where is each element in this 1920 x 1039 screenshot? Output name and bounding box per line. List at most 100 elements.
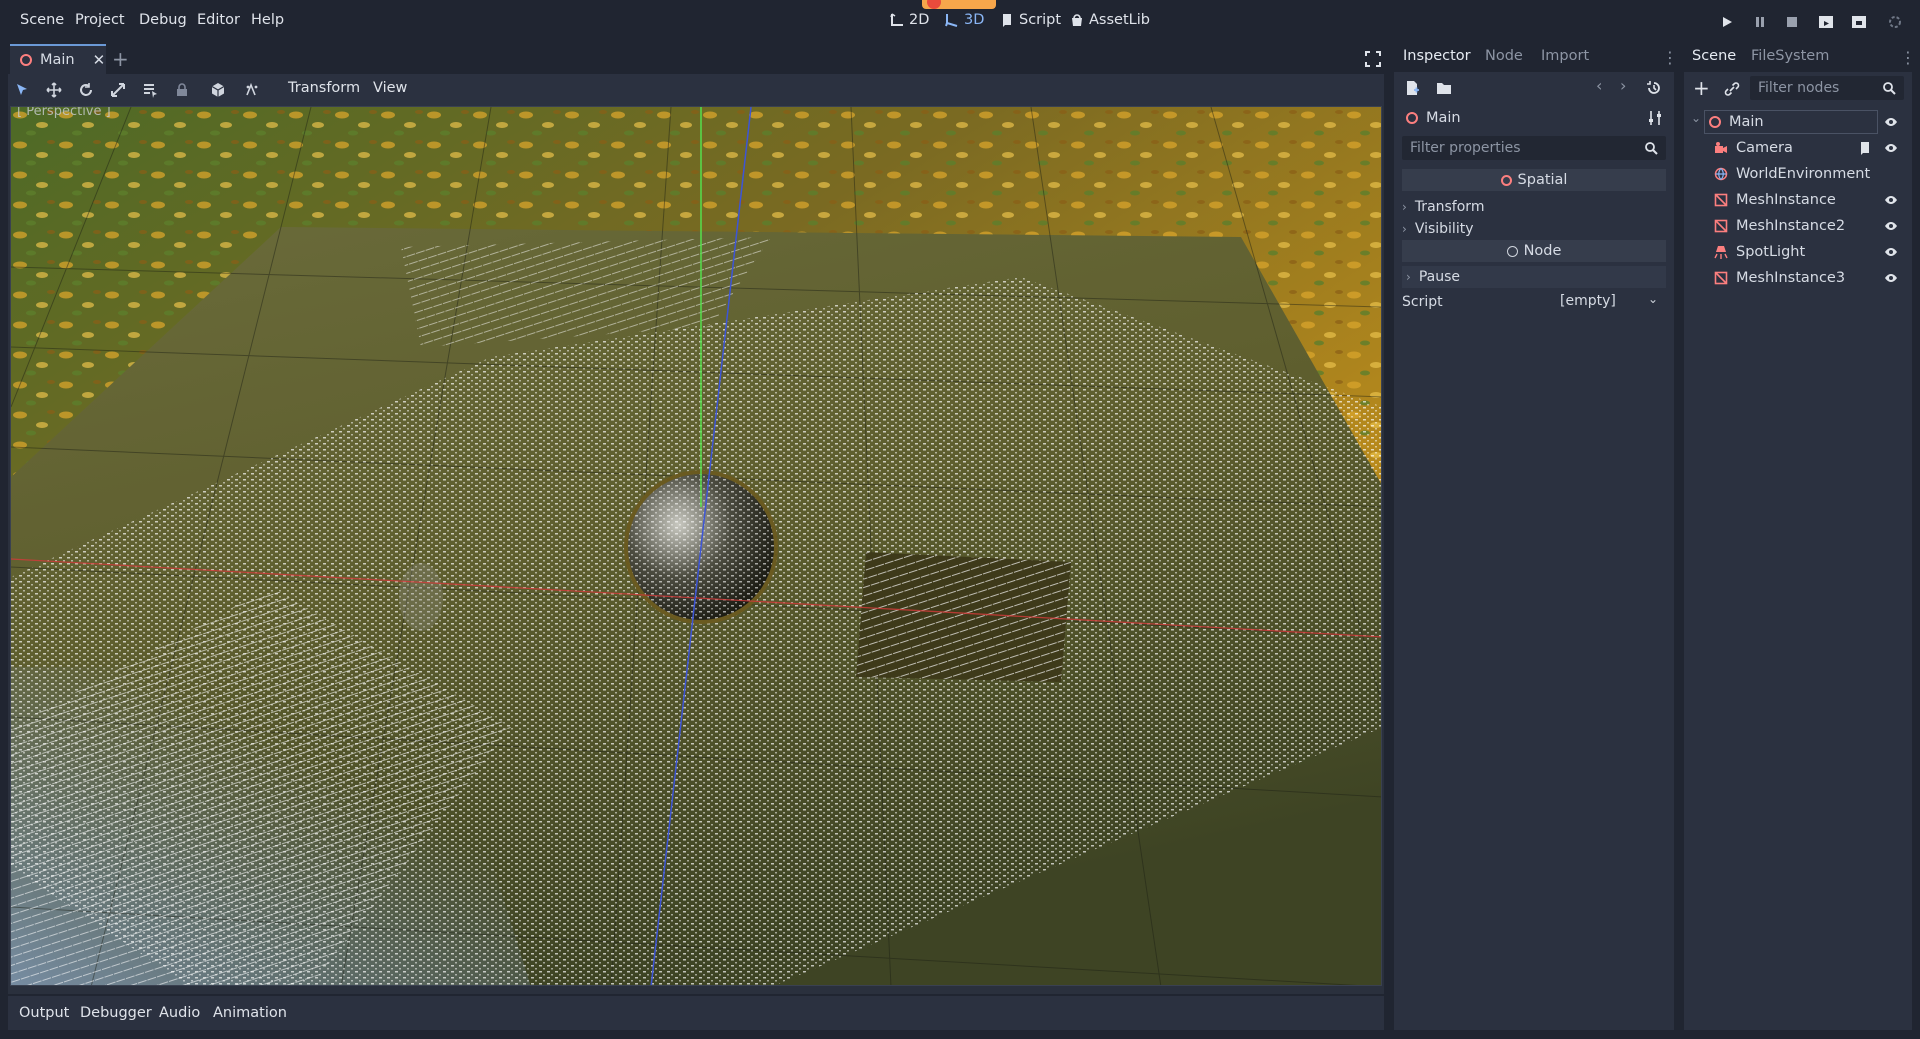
open-folder-icon[interactable] (1436, 80, 1452, 96)
inspector-tabs-bar: Inspector Node Import ⋮ (1394, 44, 1678, 72)
workspace-script-label: Script (1019, 12, 1062, 28)
select-tool-icon[interactable] (12, 80, 32, 100)
list-select-icon[interactable] (140, 80, 160, 100)
mesh-instance-icon (1714, 219, 1728, 233)
history-icon[interactable] (1646, 80, 1662, 96)
spinner-dot-icon (927, 0, 941, 9)
group-icon[interactable] (208, 80, 228, 100)
property-group-pause[interactable]: › Pause (1402, 266, 1666, 288)
close-icon[interactable]: ✕ (93, 51, 106, 69)
scene-menu-icon[interactable]: ⋮ (1900, 48, 1916, 67)
tree-node-main-label: Main (1729, 114, 1764, 130)
rotate-tool-icon[interactable] (76, 80, 96, 100)
3d-icon (945, 14, 958, 27)
inspector-menu-icon[interactable]: ⋮ (1662, 48, 1678, 67)
fullscreen-icon[interactable] (1365, 51, 1381, 67)
add-tab-icon[interactable]: + (112, 47, 129, 71)
visibility-eye-icon[interactable] (1884, 271, 1898, 285)
viewport-perspective-label[interactable]: [ Perspective ] (17, 107, 111, 119)
script-attached-icon[interactable] (1858, 141, 1872, 155)
section-node: Node (1402, 240, 1666, 262)
inspector-object-header[interactable]: Main (1406, 110, 1461, 126)
mesh-instance-icon (1714, 193, 1728, 207)
play-scene-icon[interactable] (1817, 13, 1835, 31)
visibility-eye-icon[interactable] (1884, 193, 1898, 207)
tab-filesystem[interactable]: FileSystem (1751, 48, 1829, 64)
3d-viewport[interactable]: [ Perspective ] (10, 106, 1382, 986)
search-icon (1645, 142, 1658, 155)
view-menu[interactable]: View (373, 80, 407, 96)
inspector-dock (1394, 44, 1674, 1030)
stop-icon[interactable] (1783, 13, 1801, 31)
menu-help[interactable]: Help (251, 12, 284, 28)
play-custom-scene-icon[interactable] (1850, 13, 1868, 31)
tree-node-main[interactable]: Main (1704, 110, 1878, 134)
object-properties-icon[interactable] (1647, 110, 1663, 126)
scene-tab-main[interactable]: Main ✕ (10, 44, 106, 74)
tree-node-worldenvironment[interactable]: WorldEnvironment (1714, 162, 1910, 186)
chevron-right-icon: › (1406, 270, 1411, 284)
tab-import[interactable]: Import (1541, 48, 1589, 64)
tree-node-meshinstance[interactable]: MeshInstance (1714, 188, 1910, 212)
visibility-eye-icon[interactable] (1884, 141, 1898, 155)
snap-icon[interactable] (242, 80, 262, 100)
tree-node-camera[interactable]: Camera (1714, 136, 1910, 160)
chevron-right-icon: › (1402, 222, 1407, 236)
tree-node-worldenvironment-label: WorldEnvironment (1736, 166, 1871, 182)
new-resource-icon[interactable] (1404, 80, 1420, 96)
spatial-node-icon (1406, 112, 1418, 124)
link-icon[interactable] (1724, 81, 1740, 97)
menu-project[interactable]: Project (75, 12, 125, 28)
bottom-panel-bar: Output Debugger Audio Animation (8, 996, 1384, 1030)
visibility-eye-icon[interactable] (1884, 219, 1898, 233)
update-spinner-icon[interactable] (1886, 13, 1904, 31)
workspace-script-button[interactable]: Script (1000, 12, 1061, 28)
bottom-tab-animation[interactable]: Animation (213, 1005, 287, 1021)
tab-node[interactable]: Node (1485, 48, 1523, 64)
property-group-visibility[interactable]: › Visibility (1402, 219, 1666, 239)
search-icon (1883, 82, 1896, 95)
scene-tabs-bar: Scene FileSystem ⋮ (1684, 44, 1916, 72)
workspace-assetlib-button[interactable]: AssetLib (1070, 12, 1150, 28)
workspace-2d-button[interactable]: 2D (890, 12, 929, 28)
pause-icon[interactable] (1751, 13, 1769, 31)
tab-inspector[interactable]: Inspector (1403, 48, 1471, 64)
bottom-tab-output[interactable]: Output (19, 1005, 69, 1021)
tree-node-camera-label: Camera (1736, 140, 1793, 156)
inspector-filter-input[interactable]: Filter properties (1402, 136, 1666, 160)
visibility-eye-icon[interactable] (1884, 115, 1898, 129)
menu-editor[interactable]: Editor (197, 12, 240, 28)
tree-node-meshinstance3[interactable]: MeshInstance3 (1714, 266, 1910, 290)
history-forward-icon[interactable]: › (1620, 76, 1626, 95)
inspector-filter-placeholder: Filter properties (1410, 140, 1521, 156)
move-tool-icon[interactable] (44, 80, 64, 100)
property-script-value[interactable]: [empty] (1560, 293, 1616, 309)
workspace-2d-label: 2D (909, 12, 930, 28)
transform-menu[interactable]: Transform (288, 80, 360, 96)
menu-debug[interactable]: Debug (139, 12, 187, 28)
scene-filter-input[interactable]: Filter nodes (1750, 76, 1904, 100)
bottom-tab-debugger[interactable]: Debugger (80, 1005, 152, 1021)
lock-icon[interactable] (172, 80, 192, 100)
chevron-right-icon: › (1402, 200, 1407, 214)
visibility-eye-icon[interactable] (1884, 245, 1898, 259)
play-icon[interactable] (1718, 13, 1736, 31)
chevron-down-icon[interactable]: ⌄ (1691, 111, 1701, 125)
tree-node-meshinstance2-label: MeshInstance2 (1736, 218, 1846, 234)
scene-tabs-bar: Main ✕ + (8, 44, 1384, 74)
chevron-down-icon[interactable]: ⌄ (1648, 292, 1658, 306)
viewport-toolbar: Transform View (8, 74, 1384, 106)
property-group-visibility-label: Visibility (1414, 221, 1474, 237)
tree-node-spotlight[interactable]: SpotLight (1714, 240, 1910, 264)
assetlib-icon (1072, 14, 1082, 26)
add-node-icon[interactable]: + (1693, 76, 1710, 100)
history-back-icon[interactable]: ‹ (1596, 76, 1602, 95)
tree-node-meshinstance2[interactable]: MeshInstance2 (1714, 214, 1910, 238)
workspace-3d-button[interactable]: 3D (945, 12, 984, 28)
tab-scene[interactable]: Scene (1692, 48, 1736, 64)
scale-tool-icon[interactable] (108, 80, 128, 100)
2d-icon (890, 13, 903, 26)
bottom-tab-audio[interactable]: Audio (159, 1005, 200, 1021)
menu-scene[interactable]: Scene (20, 12, 64, 28)
property-group-transform[interactable]: › Transform (1402, 197, 1666, 217)
